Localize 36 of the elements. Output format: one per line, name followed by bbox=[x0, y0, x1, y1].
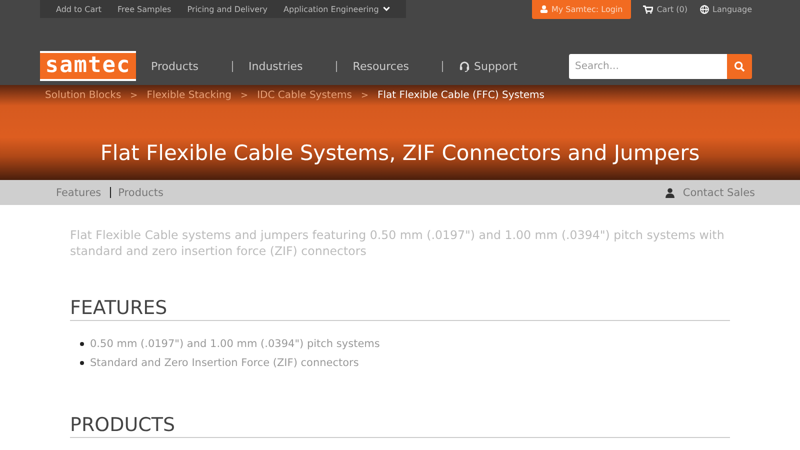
subnav-link[interactable]: Features bbox=[56, 186, 102, 198]
cart-icon bbox=[642, 4, 653, 14]
language-link[interactable]: Language bbox=[700, 4, 752, 14]
logo[interactable]: samtec bbox=[40, 51, 136, 81]
breadcrumb-link[interactable]: Solution Blocks bbox=[45, 90, 122, 101]
nav-link[interactable]: Support bbox=[458, 60, 518, 72]
contact-link[interactable]: Contact Sales bbox=[664, 186, 755, 198]
utility-link[interactable]: Application Engineering bbox=[276, 4, 398, 14]
breadcrumb-link[interactable]: IDC Cable Systems bbox=[257, 90, 352, 101]
search-icon bbox=[734, 60, 745, 72]
intro-text: Flat Flexible Cable systems and jumpers featuring 0.50 mm (.0197") and 1.00 mm (.0394") pitch systems with standard and zero insertion force (ZIF) connectors bbox=[70, 227, 726, 259]
utility-link[interactable]: Pricing and Delivery bbox=[179, 4, 276, 14]
breadcrumb-separator: > bbox=[360, 90, 369, 100]
feature-item: Standard and Zero Insertion Force (ZIF) connectors bbox=[90, 356, 359, 368]
page-title: Flat Flexible Cable Systems, ZIF Connectors and Jumpers bbox=[99, 141, 701, 165]
section-heading: FEATURES bbox=[70, 297, 730, 321]
person-icon bbox=[540, 5, 548, 13]
chevron-icon bbox=[382, 6, 390, 12]
cart-link[interactable]: Cart (0) bbox=[642, 4, 688, 14]
breadcrumb-link[interactable]: Flexible Stacking bbox=[146, 90, 232, 101]
breadcrumb-link[interactable]: Flat Flexible Cable (FFC) Systems bbox=[378, 90, 544, 101]
nav-link[interactable]: Resources bbox=[352, 60, 409, 72]
headset-icon bbox=[458, 60, 470, 72]
section-heading: PRODUCTS bbox=[70, 414, 730, 438]
breadcrumb-separator: > bbox=[130, 90, 138, 100]
person-icon bbox=[664, 188, 675, 198]
feature-item: 0.50 mm (.0197") and 1.00 mm (.0394") pitch systems bbox=[90, 338, 380, 350]
nav-link[interactable]: Industries bbox=[248, 60, 303, 72]
breadcrumb-separator: > bbox=[240, 90, 248, 100]
search-button[interactable] bbox=[727, 54, 752, 78]
search-field[interactable]: Search... bbox=[569, 54, 727, 78]
subnav-link[interactable]: Products bbox=[118, 186, 164, 198]
utility-link[interactable]: Free Samples bbox=[110, 4, 180, 14]
nav-link[interactable]: Products bbox=[151, 60, 198, 72]
utility-link[interactable]: Add to Cart bbox=[48, 4, 110, 14]
globe-icon bbox=[700, 4, 709, 14]
